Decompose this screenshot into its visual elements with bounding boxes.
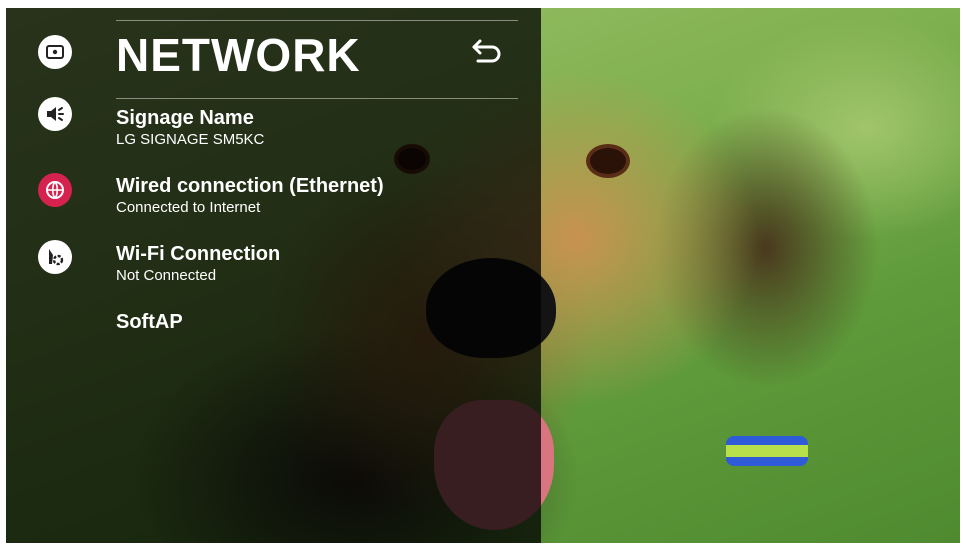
network-globe-icon	[45, 180, 65, 200]
sidebar-item-sound[interactable]	[38, 97, 72, 131]
dog-eye-right	[590, 148, 626, 174]
menu-item-softap[interactable]: SoftAP	[116, 310, 516, 334]
menu-item-signage-name[interactable]: Signage Name LG SIGNAGE SM5KC	[116, 106, 516, 149]
header-divider	[116, 98, 518, 99]
back-arrow-icon	[470, 36, 504, 71]
sidebar-item-general[interactable]	[38, 240, 72, 274]
menu-item-value: LG SIGNAGE SM5KC	[116, 131, 265, 148]
menu-item-label: Signage Name	[116, 107, 254, 129]
menu-item-label: Wi-Fi Connection	[116, 243, 281, 265]
picture-icon	[46, 45, 64, 59]
menu-item-label: Wired connection (Ethernet)	[116, 175, 384, 197]
menu-item-label: SoftAP	[116, 311, 183, 333]
page-title: NETWORK	[116, 29, 361, 81]
tv-screen: NETWORK Signage Name LG SIGNAGE SM5KC Wi…	[6, 8, 960, 543]
dog-collar	[726, 436, 808, 466]
menu-item-value: Not Connected	[116, 267, 217, 284]
menu-panel: NETWORK Signage Name LG SIGNAGE SM5KC Wi…	[6, 8, 541, 543]
back-button[interactable]	[468, 34, 506, 72]
menu-item-wired-connection[interactable]: Wired connection (Ethernet) Connected to…	[116, 174, 516, 217]
menu-item-value: Connected to Internet	[116, 199, 261, 216]
top-divider	[116, 20, 518, 21]
general-settings-icon	[45, 247, 65, 267]
menu-item-wifi-connection[interactable]: Wi-Fi Connection Not Connected	[116, 242, 516, 285]
sidebar-item-network[interactable]	[38, 173, 72, 207]
sound-icon	[45, 105, 65, 123]
sidebar-item-picture[interactable]	[38, 35, 72, 69]
